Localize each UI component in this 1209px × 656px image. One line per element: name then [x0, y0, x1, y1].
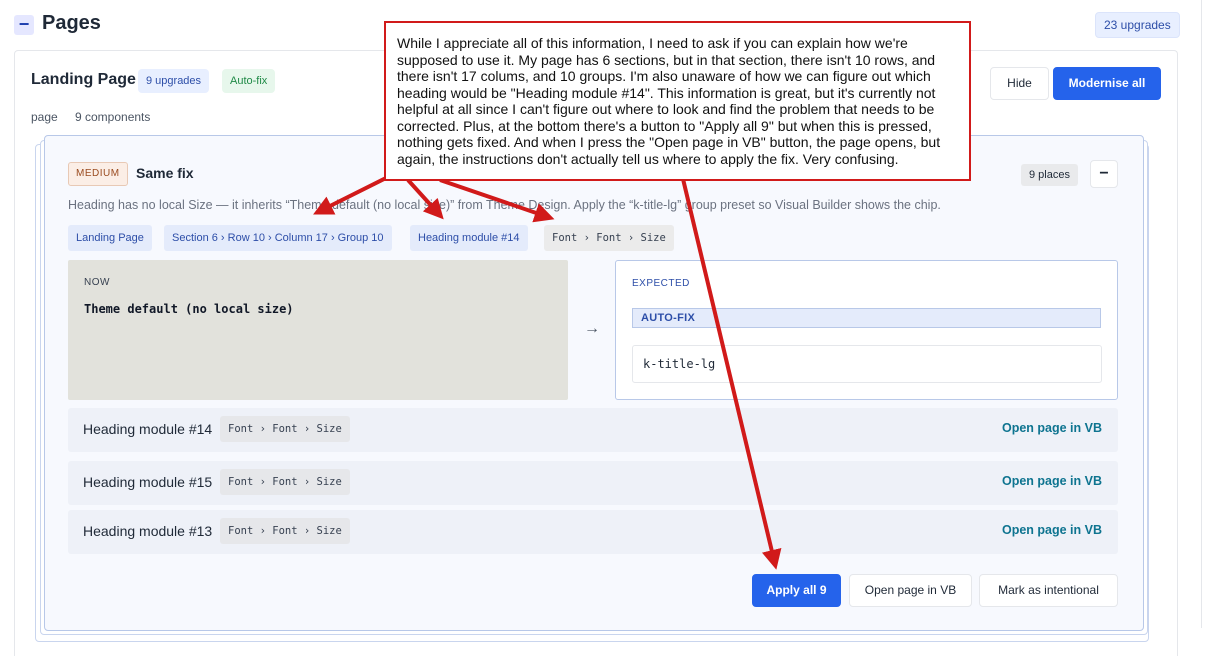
open-page-in-vb-link[interactable]: Open page in VB: [1002, 474, 1102, 488]
place-row: Heading module #13 Font › Font › Size Op…: [68, 510, 1118, 554]
hide-button[interactable]: Hide: [990, 67, 1049, 100]
open-page-in-vb-link[interactable]: Open page in VB: [1002, 421, 1102, 435]
group-type: page: [31, 110, 58, 124]
place-setting-path: Font › Font › Size: [220, 416, 350, 442]
place-setting-path: Font › Font › Size: [220, 518, 350, 544]
page-scrollbar-track: [1201, 0, 1202, 628]
place-row: Heading module #15 Font › Font › Size Op…: [68, 461, 1118, 505]
place-module-name: Heading module #13: [83, 523, 213, 539]
apply-all-button[interactable]: Apply all 9: [752, 574, 841, 607]
breadcrumb-module[interactable]: Heading module #14: [410, 225, 528, 251]
current-value-panel: [68, 260, 568, 400]
mark-as-intentional-button[interactable]: Mark as intentional: [979, 574, 1118, 607]
collapse-pages-button[interactable]: −: [14, 15, 34, 35]
arrow-right-icon: →: [584, 320, 600, 337]
breadcrumb-page[interactable]: Landing Page: [68, 225, 152, 251]
current-value: Theme default (no local size): [84, 302, 294, 316]
fix-title: Same fix: [136, 165, 194, 181]
annotation-callout: While I appreciate all of this informati…: [384, 21, 971, 181]
now-label: NOW: [84, 277, 110, 288]
total-upgrades-badge: 23 upgrades: [1095, 12, 1180, 38]
modernise-all-button[interactable]: Modernise all: [1053, 67, 1161, 100]
page-title: Pages: [42, 12, 101, 34]
place-row: Heading module #14 Font › Font › Size Op…: [68, 408, 1118, 452]
autofix-tag: AUTO-FIX: [632, 308, 1101, 328]
group-upgrades-badge: 9 upgrades: [138, 69, 210, 93]
open-page-in-vb-link[interactable]: Open page in VB: [1002, 523, 1102, 537]
expected-value-field: k-title-lg: [632, 345, 1102, 383]
autofix-badge: Auto-fix: [222, 69, 276, 93]
setting-path-chip: Font › Font › Size: [544, 225, 674, 251]
place-module-name: Heading module #15: [83, 474, 213, 490]
open-page-in-vb-button[interactable]: Open page in VB: [849, 574, 972, 607]
severity-badge: MEDIUM: [68, 162, 128, 186]
collapse-card-button[interactable]: −: [1090, 160, 1118, 188]
place-module-name: Heading module #14: [83, 421, 213, 437]
breadcrumb-location[interactable]: Section 6 › Row 10 › Column 17 › Group 1…: [164, 225, 392, 251]
places-count-badge: 9 places: [1021, 164, 1078, 186]
expected-label: EXPECTED: [632, 278, 690, 289]
place-setting-path: Font › Font › Size: [220, 469, 350, 495]
group-title: Landing Page: [31, 71, 136, 88]
component-count: 9 components: [75, 110, 151, 124]
fix-description: Heading has no local Size — it inherits …: [68, 198, 941, 212]
